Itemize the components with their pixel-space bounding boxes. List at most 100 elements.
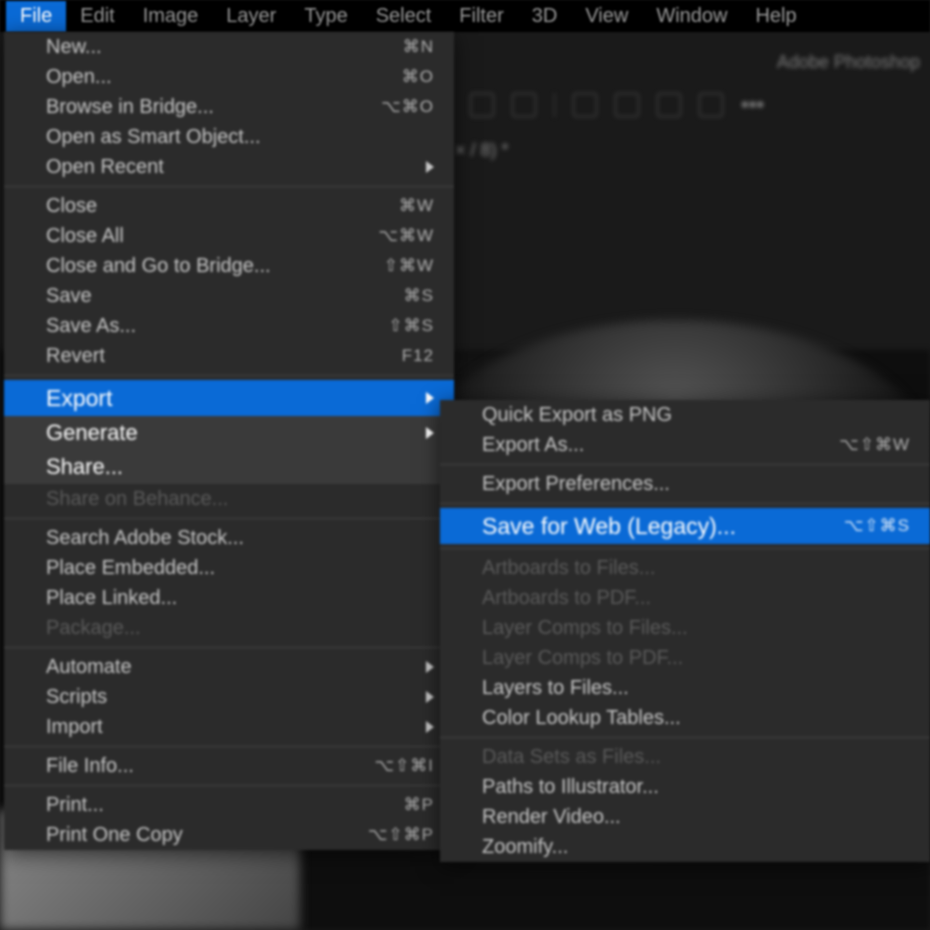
menu-item-label: Automate	[46, 656, 418, 679]
menu-item-label: Export Preferences...	[482, 473, 910, 496]
file-menu-item-print-one-copy[interactable]: Print One Copy⌥⇧⌘P	[4, 820, 454, 850]
file-menu-item-scripts[interactable]: Scripts	[4, 682, 454, 712]
menu-item-label: Data Sets as Files...	[482, 746, 910, 769]
more-icon[interactable]: •••	[741, 92, 764, 118]
file-menu-item-open-as-smart-object[interactable]: Open as Smart Object...	[4, 122, 454, 152]
menubar-item-layer[interactable]: Layer	[212, 1, 290, 32]
menubar-item-image[interactable]: Image	[129, 1, 213, 32]
menu-item-label: Export As...	[482, 434, 839, 457]
tool-icon[interactable]	[470, 93, 494, 117]
menu-item-shortcut: ⇧⌘S	[388, 316, 434, 336]
tool-icon[interactable]	[512, 93, 536, 117]
file-menu-item-revert[interactable]: RevertF12	[4, 341, 454, 371]
file-menu-item-place-embedded[interactable]: Place Embedded...	[4, 553, 454, 583]
file-menu-item-close[interactable]: Close⌘W	[4, 191, 454, 221]
file-menu-item-share-on-behance: Share on Behance...	[4, 484, 454, 514]
options-bar: •••	[470, 85, 930, 125]
export-menu-item-layer-comps-to-files: Layer Comps to Files...	[440, 613, 930, 643]
menubar-item-window[interactable]: Window	[642, 1, 741, 32]
menubar-item-filter[interactable]: Filter	[445, 1, 517, 32]
file-menu-item-package: Package...	[4, 613, 454, 643]
menu-item-label: Generate	[46, 420, 418, 446]
file-menu-item-generate[interactable]: Generate	[4, 416, 454, 450]
menu-separator	[440, 503, 930, 504]
file-menu: New...⌘NOpen...⌘OBrowse in Bridge...⌥⌘OO…	[4, 32, 454, 850]
file-menu-item-search-adobe-stock[interactable]: Search Adobe Stock...	[4, 523, 454, 553]
menu-separator	[4, 746, 454, 747]
file-menu-item-open[interactable]: Open...⌘O	[4, 62, 454, 92]
tool-icon[interactable]	[657, 93, 681, 117]
tool-icon[interactable]	[573, 93, 597, 117]
menu-item-shortcut: F12	[402, 346, 434, 366]
menu-item-shortcut: ⇧⌘W	[384, 256, 434, 276]
menubar-item-type[interactable]: Type	[290, 1, 361, 32]
menubar-item-edit[interactable]: Edit	[66, 1, 128, 32]
menu-item-label: Quick Export as PNG	[482, 404, 910, 427]
file-menu-item-close-all[interactable]: Close All⌥⌘W	[4, 221, 454, 251]
menu-separator	[4, 785, 454, 786]
menu-item-label: Import	[46, 716, 418, 739]
menu-separator	[4, 518, 454, 519]
chevron-right-icon	[426, 392, 434, 404]
menu-item-label: Save for Web (Legacy)...	[482, 513, 844, 540]
chevron-right-icon	[426, 721, 434, 733]
menu-item-label: Revert	[46, 345, 402, 368]
file-menu-item-new[interactable]: New...⌘N	[4, 32, 454, 62]
menu-item-label: Layer Comps to PDF...	[482, 647, 910, 670]
export-menu-item-export-preferences[interactable]: Export Preferences...	[440, 469, 930, 499]
tool-icon[interactable]	[615, 93, 639, 117]
menu-item-shortcut: ⌘O	[402, 67, 434, 87]
file-menu-item-automate[interactable]: Automate	[4, 652, 454, 682]
chevron-right-icon	[426, 161, 434, 173]
menu-item-label: Search Adobe Stock...	[46, 527, 434, 550]
menu-item-shortcut: ⌥⇧⌘P	[368, 825, 434, 845]
menu-item-label: Artboards to Files...	[482, 557, 910, 580]
export-menu-item-color-lookup-tables[interactable]: Color Lookup Tables...	[440, 703, 930, 733]
file-menu-item-save-as[interactable]: Save As...⇧⌘S	[4, 311, 454, 341]
chevron-right-icon	[426, 691, 434, 703]
tool-icon[interactable]	[699, 93, 723, 117]
menubar-item-view[interactable]: View	[571, 1, 642, 32]
file-menu-item-close-and-go-to-bridge[interactable]: Close and Go to Bridge...⇧⌘W	[4, 251, 454, 281]
menu-item-label: Print...	[46, 794, 404, 817]
menu-separator	[440, 548, 930, 549]
menu-item-label: File Info...	[46, 755, 374, 778]
app-title: Adobe Photoshop	[777, 52, 920, 73]
menubar-item-help[interactable]: Help	[741, 1, 810, 32]
export-menu-item-save-for-web-legacy[interactable]: Save for Web (Legacy)...⌥⇧⌘S	[440, 508, 930, 544]
export-menu-item-quick-export-as-png[interactable]: Quick Export as PNG	[440, 400, 930, 430]
export-menu-item-zoomify[interactable]: Zoomify...	[440, 832, 930, 862]
export-menu-item-data-sets-as-files: Data Sets as Files...	[440, 742, 930, 772]
file-menu-item-open-recent[interactable]: Open Recent	[4, 152, 454, 182]
menu-item-label: Zoomify...	[482, 836, 910, 859]
file-menu-item-share[interactable]: Share...	[4, 450, 454, 484]
export-menu-item-artboards-to-files: Artboards to Files...	[440, 553, 930, 583]
file-menu-item-import[interactable]: Import	[4, 712, 454, 742]
menu-item-label: Save	[46, 285, 404, 308]
menu-item-label: New...	[46, 36, 403, 59]
menu-item-label: Place Embedded...	[46, 557, 434, 580]
export-menu-item-artboards-to-pdf: Artboards to PDF...	[440, 583, 930, 613]
file-menu-item-export[interactable]: Export	[4, 380, 454, 416]
menu-item-label: Export	[46, 385, 418, 412]
file-menu-item-browse-in-bridge[interactable]: Browse in Bridge...⌥⌘O	[4, 92, 454, 122]
menu-item-label: Close and Go to Bridge...	[46, 255, 384, 278]
document-tab[interactable]: × / 8) *	[455, 140, 509, 161]
menu-item-shortcut: ⌥⌘W	[378, 226, 434, 246]
menu-item-label: Share on Behance...	[46, 488, 434, 511]
menubar-item-file[interactable]: File	[6, 1, 66, 32]
file-menu-item-place-linked[interactable]: Place Linked...	[4, 583, 454, 613]
file-menu-item-print[interactable]: Print...⌘P	[4, 790, 454, 820]
menubar-item-3d[interactable]: 3D	[518, 1, 572, 32]
export-menu-item-layers-to-files[interactable]: Layers to Files...	[440, 673, 930, 703]
file-menu-item-file-info[interactable]: File Info...⌥⇧⌘I	[4, 751, 454, 781]
file-menu-item-save[interactable]: Save⌘S	[4, 281, 454, 311]
export-menu-item-paths-to-illustrator[interactable]: Paths to Illustrator...	[440, 772, 930, 802]
menu-separator	[4, 647, 454, 648]
menu-item-label: Print One Copy	[46, 824, 368, 847]
export-menu-item-render-video[interactable]: Render Video...	[440, 802, 930, 832]
menu-item-shortcut: ⌥⇧⌘I	[374, 756, 434, 776]
export-menu-item-export-as[interactable]: Export As...⌥⇧⌘W	[440, 430, 930, 460]
menu-separator	[4, 186, 454, 187]
menubar-item-select[interactable]: Select	[362, 1, 446, 32]
